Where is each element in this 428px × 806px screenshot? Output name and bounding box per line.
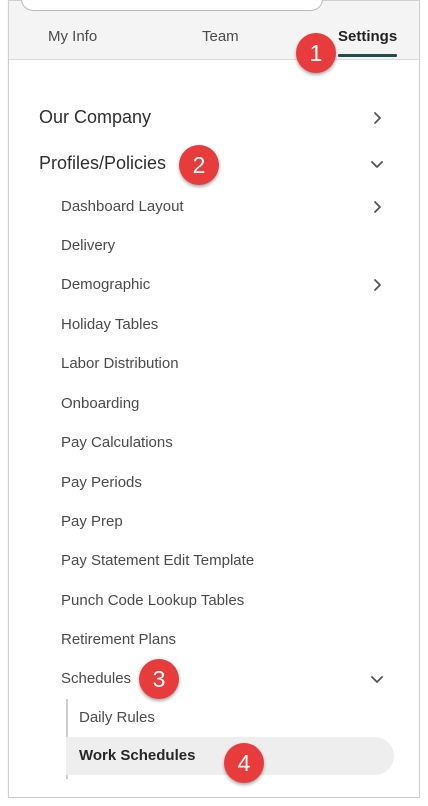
menu-item-label: Pay Prep xyxy=(61,513,123,530)
menu-item-label: Schedules xyxy=(61,670,132,687)
active-tab-indicator xyxy=(338,54,397,57)
menu-item-work-schedules[interactable]: Work Schedules xyxy=(9,747,419,767)
menu-item-dashboard-layout[interactable]: Dashboard Layout xyxy=(9,198,419,218)
menu-item-label: Demographic xyxy=(61,276,151,293)
menu-item-label: Delivery xyxy=(61,237,116,254)
annotation-badge-2: 2 xyxy=(179,145,219,185)
menu-item-onboarding[interactable]: Onboarding xyxy=(9,395,419,415)
tab-team[interactable]: Team xyxy=(202,28,239,45)
menu-item-label: Pay Statement Edit Template xyxy=(61,552,255,569)
menu-item-label: Work Schedules xyxy=(79,747,196,764)
menu-item-label: Daily Rules xyxy=(79,709,155,726)
menu-item-pay-calculations[interactable]: Pay Calculations xyxy=(9,434,419,454)
menu-item-punch-code-lookup-tables[interactable]: Punch Code Lookup Tables xyxy=(9,592,419,612)
chevron-right-icon xyxy=(369,277,385,293)
menu-item-pay-periods[interactable]: Pay Periods xyxy=(9,474,419,494)
top-nav: My Info Team Settings xyxy=(9,0,419,60)
tab-settings[interactable]: Settings xyxy=(338,28,397,45)
settings-panel: My Info Team Settings Our Company Profil… xyxy=(8,0,420,798)
menu-item-retirement-plans[interactable]: Retirement Plans xyxy=(9,631,419,651)
search-input[interactable] xyxy=(21,0,323,11)
menu-item-label: Dashboard Layout xyxy=(61,198,184,215)
menu-item-label: Our Company xyxy=(39,107,152,127)
chevron-right-icon xyxy=(369,199,385,215)
menu-item-demographic[interactable]: Demographic xyxy=(9,276,419,296)
menu-item-label: Labor Distribution xyxy=(61,355,179,372)
menu-item-holiday-tables[interactable]: Holiday Tables xyxy=(9,316,419,336)
menu-item-label: Onboarding xyxy=(61,395,140,412)
menu-item-schedules[interactable]: Schedules xyxy=(9,670,419,690)
menu-item-label: Pay Calculations xyxy=(61,434,173,451)
menu-item-our-company[interactable]: Our Company xyxy=(9,107,419,131)
menu-item-labor-distribution[interactable]: Labor Distribution xyxy=(9,355,419,375)
menu-item-daily-rules[interactable]: Daily Rules xyxy=(9,709,419,729)
menu-item-label: Profiles/Policies xyxy=(39,153,167,173)
menu-item-pay-prep[interactable]: Pay Prep xyxy=(9,513,419,533)
annotation-badge-1: 1 xyxy=(296,33,336,73)
annotation-badge-3: 3 xyxy=(139,659,179,699)
menu-item-label: Holiday Tables xyxy=(61,316,159,333)
menu-item-pay-statement-edit-template[interactable]: Pay Statement Edit Template xyxy=(9,552,419,572)
menu-item-label: Punch Code Lookup Tables xyxy=(61,592,245,609)
annotation-badge-4: 4 xyxy=(224,743,264,783)
menu-item-delivery[interactable]: Delivery xyxy=(9,237,419,257)
chevron-right-icon xyxy=(369,110,385,126)
tab-my-info[interactable]: My Info xyxy=(48,28,97,45)
menu-item-label: Pay Periods xyxy=(61,474,142,491)
menu-item-label: Retirement Plans xyxy=(61,631,177,648)
chevron-down-icon xyxy=(369,671,385,687)
chevron-down-icon xyxy=(369,156,385,172)
